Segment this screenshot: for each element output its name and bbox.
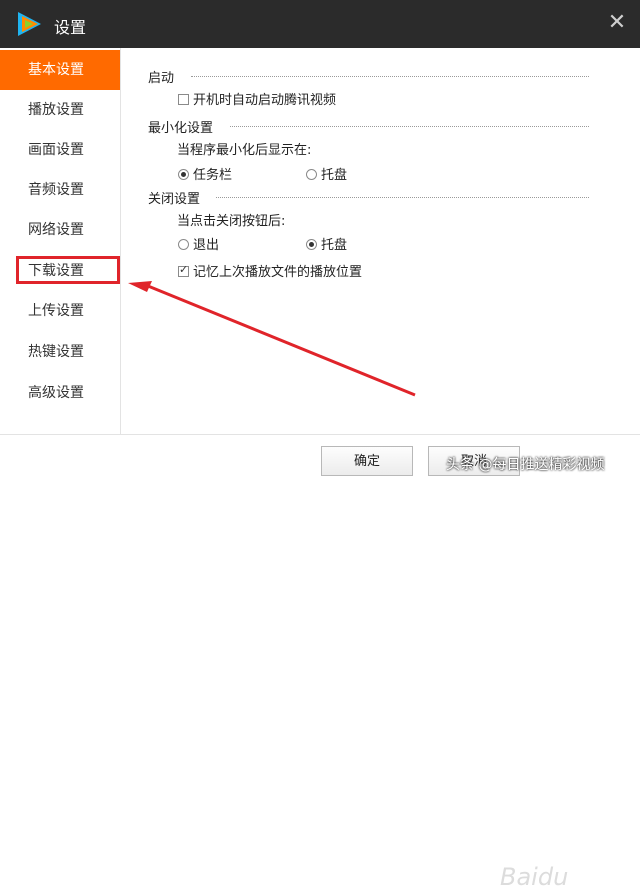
ok-button[interactable]: 确定 bbox=[321, 446, 413, 476]
baidu-watermark: Baidu bbox=[500, 863, 569, 891]
annotation-arrow bbox=[128, 281, 416, 397]
arrow-shaft bbox=[147, 284, 416, 397]
toutiao-watermark: 头条 @每日推送精彩视频 bbox=[446, 457, 605, 473]
